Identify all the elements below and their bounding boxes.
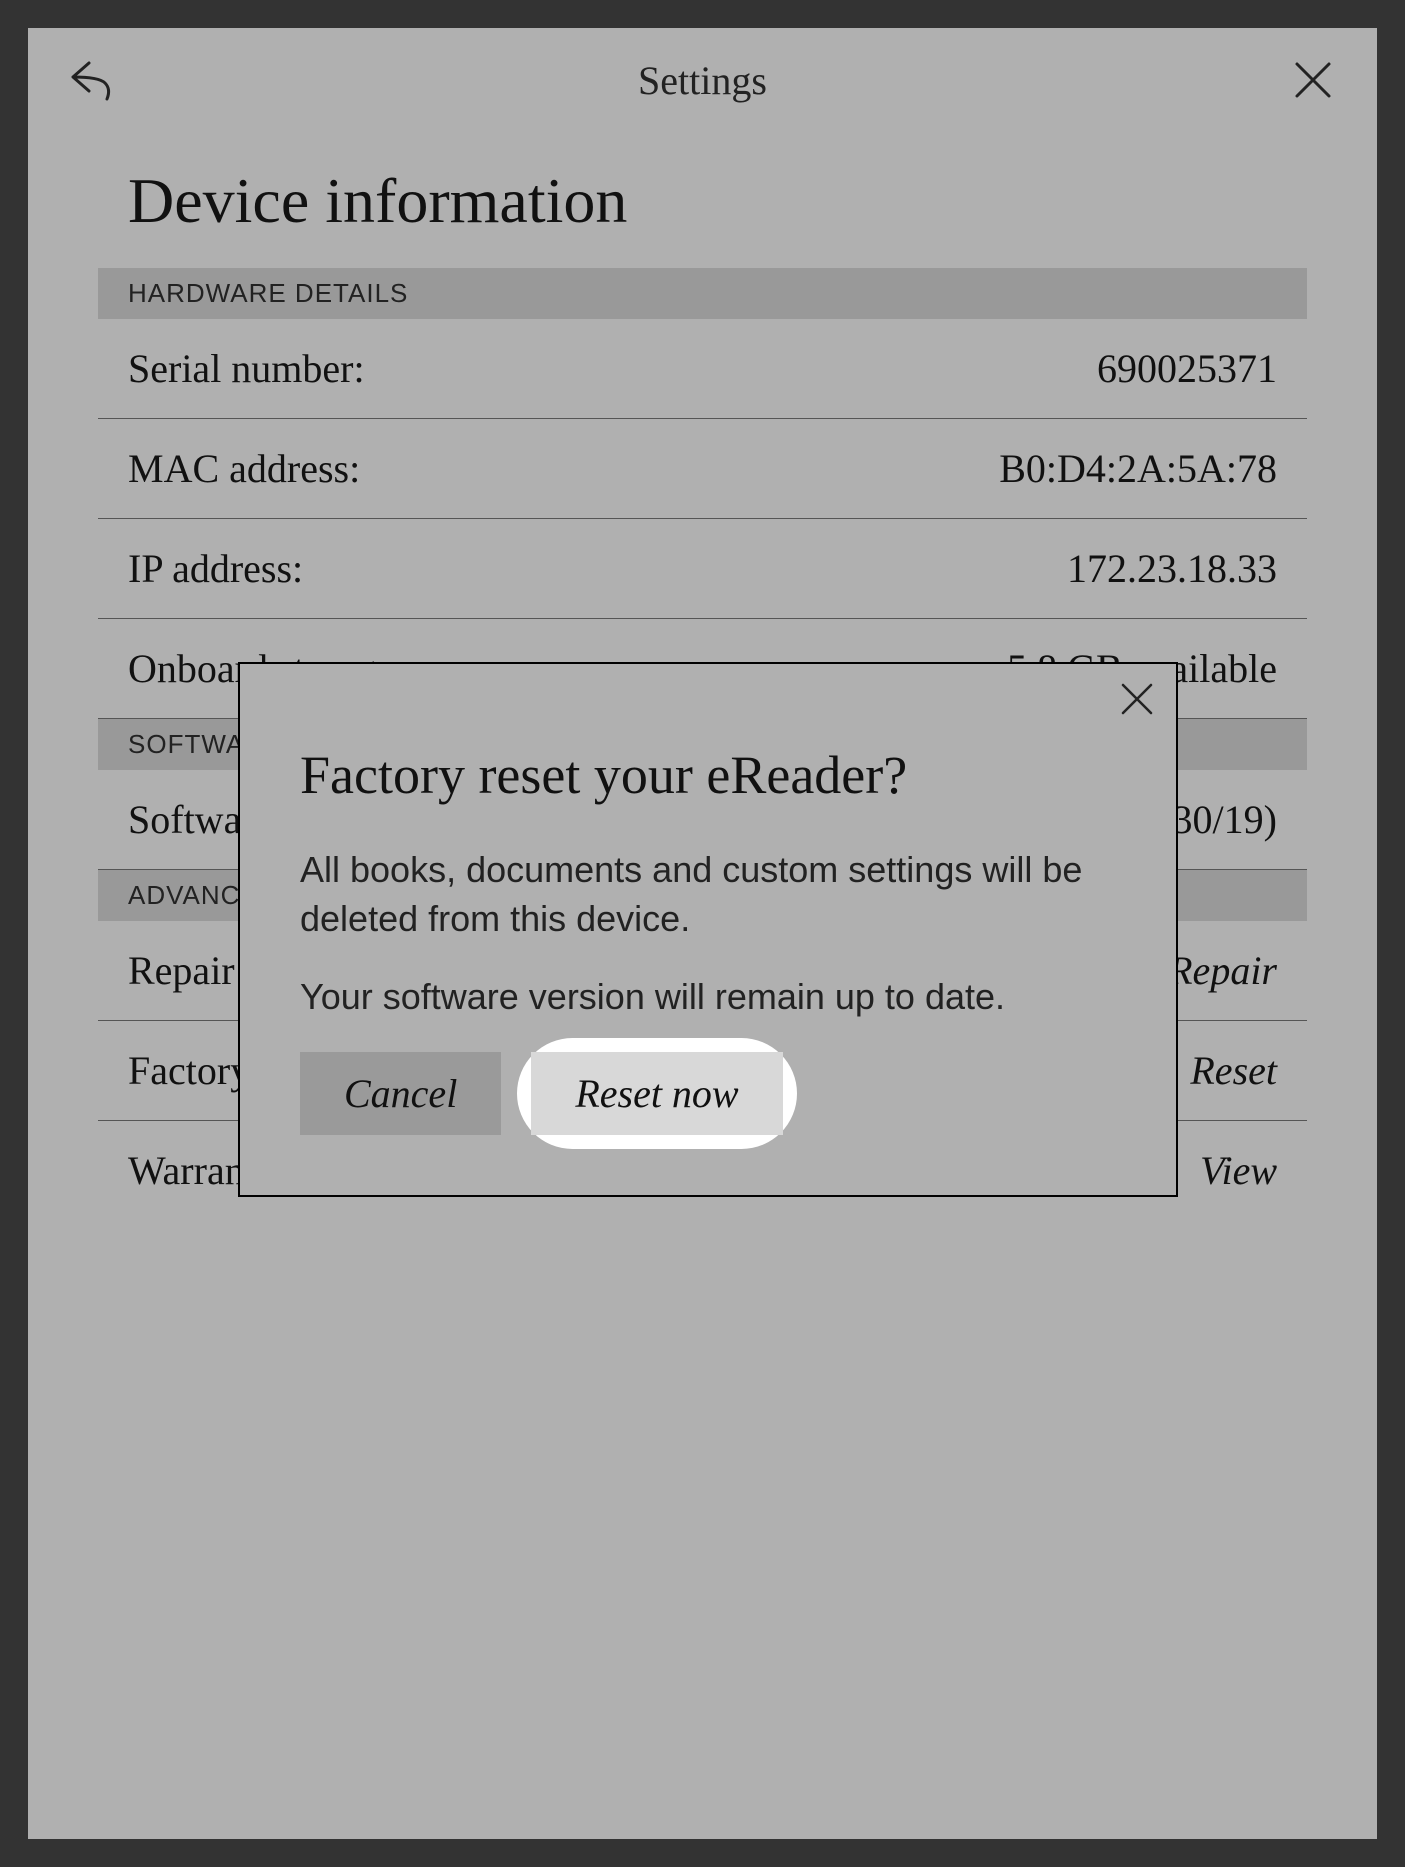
dialog-body: All books, documents and custom settings…: [300, 846, 1116, 1022]
dialog-close-button[interactable]: [1120, 682, 1154, 721]
cancel-button[interactable]: Cancel: [300, 1052, 501, 1135]
reset-highlight: Reset now: [531, 1052, 782, 1135]
close-icon: [1120, 682, 1154, 716]
close-icon: [1293, 60, 1333, 100]
topbar-title: Settings: [116, 57, 1289, 104]
row-ip: IP address: 172.23.18.33: [98, 519, 1307, 619]
repair-action[interactable]: Repair: [1168, 947, 1277, 994]
serial-label: Serial number:: [128, 345, 365, 392]
close-button[interactable]: [1289, 56, 1337, 104]
serial-value: 690025371: [1097, 345, 1277, 392]
section-hardware-header: HARDWARE DETAILS: [98, 268, 1307, 319]
back-button[interactable]: [68, 56, 116, 104]
topbar: Settings: [28, 28, 1377, 124]
dialog-text-1: All books, documents and custom settings…: [300, 846, 1116, 943]
back-arrow-icon: [69, 59, 115, 101]
device-frame: Settings Device information HARDWARE DET…: [0, 0, 1405, 1867]
dialog-text-2: Your software version will remain up to …: [300, 973, 1116, 1022]
row-mac: MAC address: B0:D4:2A:5A:78: [98, 419, 1307, 519]
warranty-action[interactable]: View: [1200, 1147, 1277, 1194]
ip-label: IP address:: [128, 545, 303, 592]
screen: Settings Device information HARDWARE DET…: [28, 28, 1377, 1839]
dialog-buttons: Cancel Reset now: [300, 1052, 1116, 1135]
page-title: Device information: [98, 164, 1307, 238]
row-serial: Serial number: 690025371: [98, 319, 1307, 419]
mac-value: B0:D4:2A:5A:78: [999, 445, 1277, 492]
reset-now-button[interactable]: Reset now: [531, 1052, 782, 1135]
ip-value: 172.23.18.33: [1067, 545, 1277, 592]
factory-reset-dialog: Factory reset your eReader? All books, d…: [238, 662, 1178, 1197]
reset-action[interactable]: Reset: [1190, 1047, 1277, 1094]
mac-label: MAC address:: [128, 445, 360, 492]
dialog-title: Factory reset your eReader?: [300, 744, 1116, 806]
